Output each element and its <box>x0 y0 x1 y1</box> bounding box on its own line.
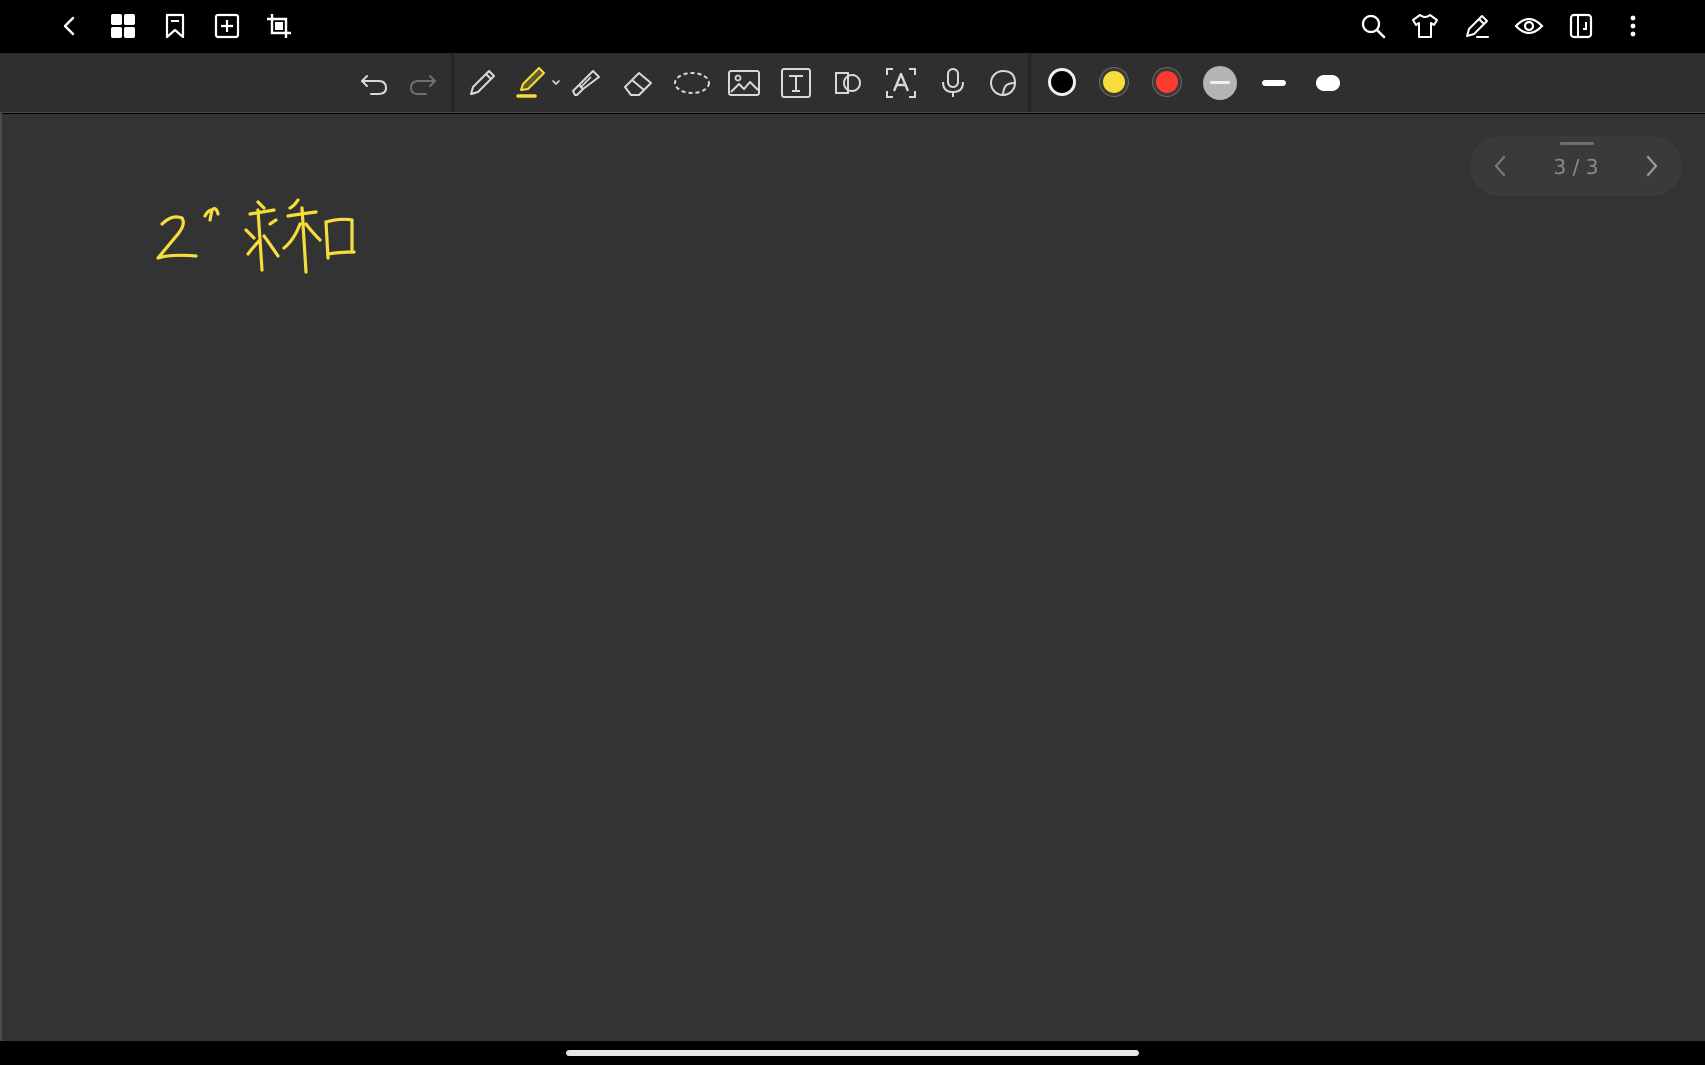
stroke-thick-button[interactable] <box>1316 75 1340 91</box>
add-page-icon[interactable] <box>207 6 247 46</box>
layout-icon[interactable] <box>1561 6 1601 46</box>
microphone-icon[interactable] <box>933 63 973 103</box>
home-indicator[interactable] <box>566 1050 1139 1056</box>
bookmark-icon[interactable] <box>155 6 195 46</box>
drag-handle[interactable] <box>1560 142 1594 145</box>
eye-icon[interactable] <box>1509 6 1549 46</box>
stroke-thin-button[interactable] <box>1262 80 1286 86</box>
note-app: 3 / 3 <box>0 0 1705 1065</box>
text-recognize-icon[interactable] <box>881 63 921 103</box>
chevron-left-icon <box>1494 155 1506 177</box>
handwriting-strokes <box>156 198 356 274</box>
image-icon[interactable] <box>724 63 764 103</box>
shape-icon[interactable] <box>828 63 868 103</box>
next-page-button[interactable] <box>1634 148 1670 184</box>
color-swatch-red[interactable] <box>1153 68 1181 96</box>
color-swatch-gray[interactable] <box>1203 66 1237 100</box>
search-icon[interactable] <box>1353 6 1393 46</box>
pen-icon[interactable] <box>462 63 502 103</box>
more-vert-icon[interactable] <box>1613 6 1653 46</box>
marker-icon[interactable] <box>566 63 606 103</box>
page-counter: 3 / 3 <box>1553 155 1599 179</box>
text-box-icon[interactable] <box>776 63 816 103</box>
color-swatch-black[interactable] <box>1048 68 1076 96</box>
grid-icon[interactable] <box>103 6 143 46</box>
undo-icon[interactable] <box>354 63 394 103</box>
prev-page-button[interactable] <box>1482 148 1518 184</box>
tool-bar <box>0 53 1705 113</box>
minus-icon <box>1210 81 1230 84</box>
sticker-icon[interactable] <box>983 63 1023 103</box>
shirt-icon[interactable] <box>1405 6 1445 46</box>
crop-icon[interactable] <box>259 6 299 46</box>
toolbar-divider <box>1028 53 1031 113</box>
toolbar-divider <box>451 53 454 113</box>
lasso-icon[interactable] <box>671 63 713 103</box>
eraser-icon[interactable] <box>618 63 658 103</box>
chevron-right-icon <box>1646 155 1658 177</box>
highlighter-icon[interactable] <box>514 63 564 103</box>
page-navigator: 3 / 3 <box>1470 136 1682 196</box>
top-bar <box>0 0 1705 53</box>
redo-icon[interactable] <box>403 63 443 103</box>
color-swatch-yellow[interactable] <box>1100 68 1128 96</box>
canvas-edge <box>0 112 1705 113</box>
pen-edit-icon[interactable] <box>1457 6 1497 46</box>
back-icon[interactable] <box>50 6 90 46</box>
